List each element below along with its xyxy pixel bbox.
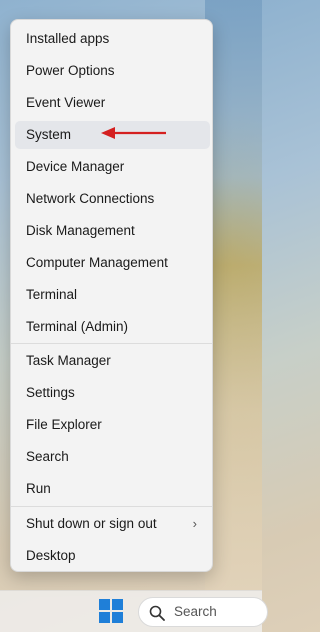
desktop-wallpaper bbox=[205, 0, 262, 590]
menu-item-label: Terminal bbox=[26, 287, 78, 302]
quick-link-menu: Installed apps Power Options Event Viewe… bbox=[10, 19, 213, 572]
menu-separator bbox=[11, 506, 212, 507]
menu-item-label: File Explorer bbox=[26, 417, 102, 432]
menu-item-label: Task Manager bbox=[26, 353, 111, 368]
menu-item-task-manager[interactable]: Task Manager bbox=[15, 347, 210, 375]
windows-logo-icon[interactable] bbox=[99, 599, 123, 623]
menu-item-label: Terminal (Admin) bbox=[26, 319, 129, 334]
menu-item-disk-management[interactable]: Disk Management bbox=[15, 217, 210, 245]
menu-item-file-explorer[interactable]: File Explorer bbox=[15, 411, 210, 439]
menu-item-label: Computer Management bbox=[26, 255, 168, 270]
menu-item-desktop[interactable]: Desktop bbox=[15, 542, 210, 570]
menu-item-label: Shut down or sign out bbox=[26, 516, 157, 531]
menu-item-label: Power Options bbox=[26, 63, 115, 78]
menu-item-installed-apps[interactable]: Installed apps bbox=[15, 25, 210, 53]
menu-item-event-viewer[interactable]: Event Viewer bbox=[15, 89, 210, 117]
taskbar: Search bbox=[0, 590, 268, 632]
menu-item-label: Search bbox=[26, 449, 69, 464]
menu-separator bbox=[11, 343, 212, 344]
menu-item-computer-management[interactable]: Computer Management bbox=[15, 249, 210, 277]
search-icon bbox=[149, 605, 165, 621]
menu-item-terminal-admin[interactable]: Terminal (Admin) bbox=[15, 313, 210, 341]
menu-item-run[interactable]: Run bbox=[15, 475, 210, 503]
menu-item-shut-down-or-sign-out[interactable]: Shut down or sign out › bbox=[15, 510, 210, 538]
menu-item-power-options[interactable]: Power Options bbox=[15, 57, 210, 85]
menu-item-label: Run bbox=[26, 481, 51, 496]
search-label: Search bbox=[174, 604, 217, 619]
menu-item-label: Settings bbox=[26, 385, 75, 400]
red-arrow-annotation-icon bbox=[101, 127, 166, 139]
menu-item-label: Event Viewer bbox=[26, 95, 106, 110]
menu-item-settings[interactable]: Settings bbox=[15, 379, 210, 407]
chevron-right-icon: › bbox=[192, 516, 197, 531]
menu-item-label: Device Manager bbox=[26, 159, 125, 174]
taskbar-search-box[interactable]: Search bbox=[138, 597, 268, 627]
menu-item-label: Desktop bbox=[26, 548, 76, 563]
menu-item-search[interactable]: Search bbox=[15, 443, 210, 471]
menu-item-label: Disk Management bbox=[26, 223, 135, 238]
menu-item-device-manager[interactable]: Device Manager bbox=[15, 153, 210, 181]
menu-item-network-connections[interactable]: Network Connections bbox=[15, 185, 210, 213]
menu-item-label: Installed apps bbox=[26, 31, 110, 46]
menu-item-label: System bbox=[26, 127, 72, 142]
menu-item-terminal[interactable]: Terminal bbox=[15, 281, 210, 309]
menu-item-label: Network Connections bbox=[26, 191, 155, 206]
